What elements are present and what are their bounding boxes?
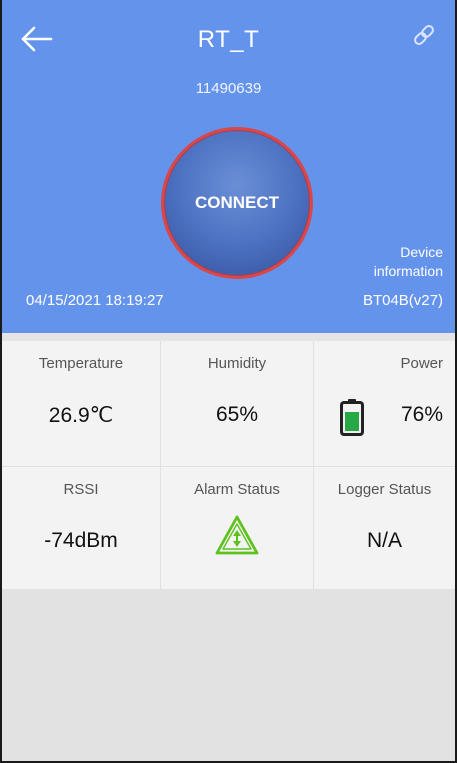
temperature-cell: Temperature 26.9℃ <box>2 341 160 466</box>
firmware-version: BT04B(v27) <box>362 292 443 309</box>
logger-status-label: Logger Status <box>337 481 432 498</box>
logger-status-cell: Logger Status N/A <box>314 467 455 589</box>
status-grid: Temperature 26.9℃ Humidity 65% Power 76%… <box>2 333 455 589</box>
device-header: RT_T 11490639 CONNECT Device information… <box>2 0 455 333</box>
rssi-value: -74dBm <box>44 529 118 552</box>
alarm-status-cell: Alarm Status <box>161 467 313 589</box>
temperature-label: Temperature <box>38 355 124 372</box>
connect-label: CONNECT <box>194 193 280 212</box>
power-label: Power <box>400 355 443 372</box>
logger-status-value: N/A <box>366 529 402 552</box>
device-serial: 11490639 <box>195 80 262 97</box>
rssi-cell: RSSI -74dBm <box>2 467 160 589</box>
humidity-label: Humidity <box>207 355 267 372</box>
alarm-status-label: Alarm Status <box>194 481 280 498</box>
humidity-value: 65% <box>215 403 259 426</box>
alarm-triangle-icon <box>215 515 259 555</box>
device-title: RT_T <box>197 26 260 53</box>
humidity-cell: Humidity 65% <box>161 341 313 466</box>
power-cell: Power 76% <box>314 341 455 466</box>
link-button[interactable] <box>411 22 437 48</box>
rssi-label: RSSI <box>63 481 99 498</box>
battery-icon <box>340 399 364 436</box>
last-update-datetime: 04/15/2021 18:19:27 <box>26 292 164 309</box>
temperature-value: 26.9℃ <box>48 404 114 427</box>
connect-button[interactable]: CONNECT <box>161 127 313 279</box>
device-information-link[interactable]: Device information <box>374 243 443 281</box>
power-value: 76% <box>400 403 443 426</box>
device-info-line1: Device <box>400 244 443 260</box>
empty-content-area <box>2 589 455 761</box>
device-info-line2: information <box>373 263 443 279</box>
link-icon <box>414 25 434 45</box>
app-screen: RT_T 11490639 CONNECT Device information… <box>0 0 457 763</box>
